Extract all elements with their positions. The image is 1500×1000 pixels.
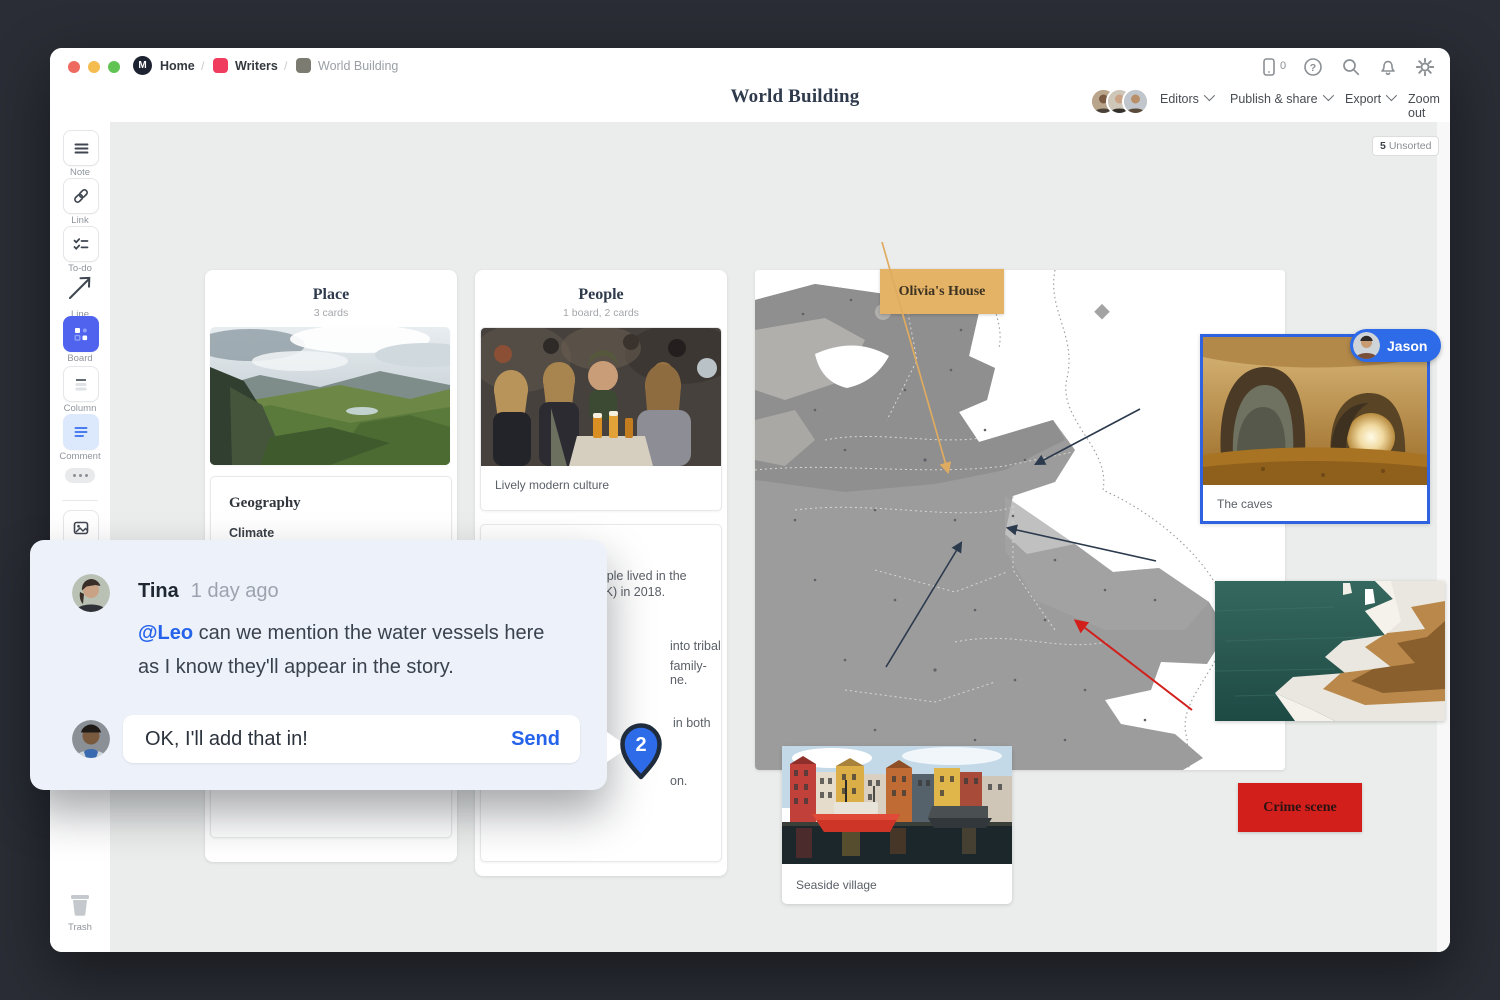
- comment-popup: Tina1 day ago @Leo can we mention the wa…: [30, 540, 607, 790]
- link-tool-label: Link: [50, 215, 110, 226]
- seaside-caption: Seaside village: [796, 878, 1012, 892]
- reply-text[interactable]: OK, I'll add that in!: [145, 728, 511, 751]
- tools-sidebar: Note Link To-do Line Board Column: [50, 122, 111, 952]
- column-tool-button[interactable]: [63, 366, 99, 402]
- link-icon: [72, 187, 90, 205]
- seaside-photo: [782, 746, 1012, 864]
- covered-text-fragment: into tribal: [670, 639, 721, 653]
- note-icon: [73, 140, 90, 157]
- breadcrumb-separator: /: [201, 59, 204, 73]
- link-tool-button[interactable]: [63, 178, 99, 214]
- todo-icon: [72, 235, 90, 253]
- comment-pin[interactable]: 2: [617, 722, 665, 782]
- editors-menu[interactable]: Editors: [1160, 92, 1212, 106]
- place-column-title: Place: [205, 286, 457, 304]
- place-image-card[interactable]: [210, 327, 450, 465]
- coastline-photo: [1215, 581, 1445, 721]
- coast-image-card[interactable]: [1215, 581, 1445, 721]
- covered-text-fragment: ne.: [670, 673, 687, 687]
- people-image-card[interactable]: Lively modern culture: [480, 327, 722, 511]
- writers-board-swatch: [213, 58, 228, 73]
- scrollbar-track[interactable]: [1437, 122, 1450, 952]
- settings-gear-icon[interactable]: [1415, 57, 1435, 82]
- breadcrumb-home[interactable]: Home: [160, 59, 195, 73]
- leo-avatar: [72, 720, 110, 758]
- comment-message: @Leo can we mention the water vessels he…: [138, 616, 568, 684]
- people-column-title: People: [475, 286, 727, 304]
- trash-label: Trash: [50, 922, 110, 933]
- tina-avatar: [72, 574, 110, 612]
- breadcrumb-writers[interactable]: Writers: [235, 59, 278, 73]
- note-heading: Geography: [229, 495, 451, 512]
- covered-text-fragment: in both: [673, 716, 711, 730]
- trash-icon[interactable]: [67, 890, 93, 918]
- search-icon[interactable]: [1341, 57, 1361, 82]
- jason-avatar: [1353, 332, 1380, 359]
- line-tool-button[interactable]: [65, 272, 95, 304]
- breadcrumb-separator: /: [284, 59, 287, 73]
- board-tool-button[interactable]: [63, 316, 99, 352]
- desktop-background: M Home / Writers / World Building World …: [0, 0, 1500, 1000]
- page-title: World Building: [610, 86, 980, 108]
- app-window: M Home / Writers / World Building World …: [50, 48, 1450, 952]
- notifications-bell-icon[interactable]: [1378, 57, 1398, 82]
- comment-timestamp: 1 day ago: [191, 580, 279, 602]
- crowd-photo: [481, 328, 721, 466]
- mobile-device-icon[interactable]: [1260, 57, 1278, 82]
- svg-text:2: 2: [635, 734, 646, 756]
- window-zoom-button[interactable]: [108, 61, 120, 73]
- device-count: 0: [1280, 60, 1286, 72]
- covered-text-fragment: on.: [670, 774, 687, 788]
- covered-text-fragment: family-: [670, 659, 707, 673]
- comment-tool-button[interactable]: [63, 414, 99, 450]
- highlands-photo: [210, 327, 450, 465]
- mention-link[interactable]: @Leo: [138, 622, 193, 644]
- export-menu[interactable]: Export: [1345, 92, 1394, 106]
- people-column-subtitle: 1 board, 2 cards: [475, 307, 727, 319]
- board-icon: [72, 325, 90, 343]
- jason-presence-pill[interactable]: Jason: [1350, 329, 1441, 362]
- more-tools-button[interactable]: [65, 468, 95, 483]
- help-icon[interactable]: ?: [1303, 57, 1323, 82]
- editor-avatar[interactable]: [1122, 88, 1149, 115]
- climate-label: Climate: [229, 526, 451, 540]
- caves-caption: The caves: [1217, 497, 1427, 511]
- board-canvas[interactable]: 5Unsorted Place 3 cards: [110, 122, 1450, 952]
- sidebar-divider: [62, 500, 98, 501]
- line-arrow-icon: [65, 272, 95, 304]
- people-image-caption: Lively modern culture: [495, 478, 721, 492]
- crime-scene-label[interactable]: Crime scene: [1238, 783, 1362, 832]
- send-button[interactable]: Send: [511, 728, 560, 751]
- zoom-out-button[interactable]: Zoom out: [1408, 92, 1450, 120]
- jason-name: Jason: [1387, 338, 1427, 354]
- seaside-image-card[interactable]: Seaside village: [782, 746, 1012, 904]
- chevron-down-icon: [1322, 90, 1333, 101]
- reply-input[interactable]: OK, I'll add that in! Send: [123, 715, 580, 763]
- todo-tool-button[interactable]: [63, 226, 99, 262]
- caves-image-card[interactable]: The caves: [1200, 334, 1430, 524]
- chevron-down-icon: [1386, 90, 1397, 101]
- window-minimize-button[interactable]: [88, 61, 100, 73]
- breadcrumb-current: World Building: [318, 59, 398, 73]
- board-tool-label: Board: [50, 353, 110, 364]
- world-building-swatch: [296, 58, 311, 73]
- comment-tool-label: Comment: [50, 451, 110, 462]
- unsorted-badge[interactable]: 5Unsorted: [1372, 136, 1439, 156]
- image-icon: [72, 519, 90, 537]
- place-column-subtitle: 3 cards: [205, 307, 457, 319]
- milanote-logo[interactable]: M: [133, 56, 152, 75]
- note-tool-button[interactable]: [63, 130, 99, 166]
- olivia-house-label[interactable]: Olivia's House: [880, 269, 1004, 314]
- comment-author: Tina1 day ago: [138, 580, 279, 603]
- publish-share-menu[interactable]: Publish & share: [1230, 92, 1331, 106]
- note-tool-label: Note: [50, 167, 110, 178]
- chevron-down-icon: [1204, 90, 1215, 101]
- comment-icon: [72, 423, 90, 441]
- window-close-button[interactable]: [68, 61, 80, 73]
- column-icon: [72, 375, 90, 393]
- svg-text:?: ?: [1310, 62, 1316, 74]
- top-bar: M Home / Writers / World Building World …: [50, 48, 1450, 123]
- column-tool-label: Column: [50, 403, 110, 414]
